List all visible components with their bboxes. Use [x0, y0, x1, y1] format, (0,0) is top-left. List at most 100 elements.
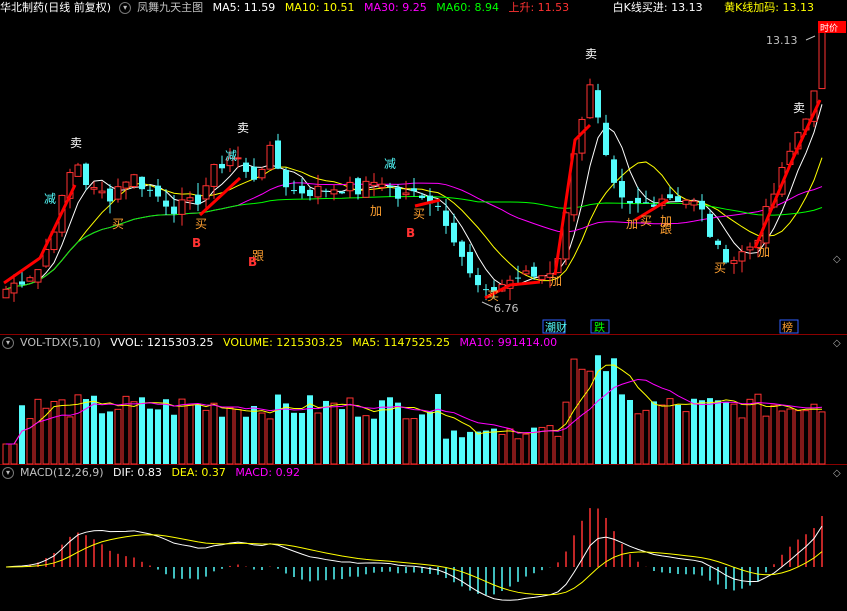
candle-body — [595, 90, 601, 118]
volume-bar — [2, 443, 10, 465]
candle-body — [34, 269, 42, 283]
volume-bar — [427, 411, 433, 464]
candle-body — [107, 188, 113, 202]
high-price-pointer — [805, 35, 816, 41]
candle-body — [83, 163, 89, 186]
volume-bar — [675, 404, 681, 464]
volume-bar — [122, 395, 130, 465]
moving-average-lines — [5, 104, 823, 290]
current-price-badge-text: 时价 — [820, 22, 838, 34]
volume-bar — [371, 418, 377, 464]
candle-body — [370, 181, 378, 186]
volume-bar — [491, 428, 497, 464]
signal-label-add: 加 — [626, 217, 638, 231]
candle-body — [643, 202, 649, 204]
volume-bar — [435, 394, 441, 464]
volume-bar — [603, 371, 609, 464]
volume-bar — [402, 418, 410, 465]
volume-bar — [339, 409, 345, 464]
volume-bar — [682, 411, 690, 465]
signal-label-reduce: 减 — [225, 149, 237, 163]
volume-bar — [178, 398, 186, 465]
volume-bar — [707, 398, 713, 464]
signal-label-buy: 买 — [413, 207, 425, 221]
candle-body — [419, 195, 425, 199]
volume-bar — [346, 397, 354, 465]
candle-body — [195, 194, 201, 205]
candle-body — [531, 266, 537, 277]
volume-bar — [778, 410, 786, 465]
candle-body — [522, 270, 530, 275]
candle-body — [475, 275, 481, 286]
candle-body — [411, 188, 417, 192]
volume-bar — [234, 408, 242, 465]
candle-body — [730, 260, 738, 264]
volume-bar — [627, 399, 633, 464]
volume-bar — [723, 401, 729, 464]
volume-bar — [611, 358, 617, 464]
volume-bar — [50, 400, 58, 465]
kline-chart[interactable]: 卖卖卖卖减减减买 买买买买买加加加 加加跟跟BBB 13.13 6.76 时价 潮财… — [0, 0, 847, 611]
candle-body — [186, 197, 194, 202]
ma-line — [5, 157, 823, 290]
signal-label-buy: 买 — [640, 214, 652, 228]
candle-body — [619, 181, 625, 198]
volume-bar — [266, 418, 274, 465]
signal-label-reduce: 减 — [384, 157, 396, 171]
volume-bar — [130, 401, 138, 465]
candle-body — [339, 191, 345, 194]
candle-body — [586, 84, 594, 119]
candle-body — [291, 190, 297, 192]
candle-body — [451, 222, 457, 243]
dea-line — [5, 534, 823, 596]
candle-body — [362, 180, 370, 198]
volume-bar — [666, 398, 674, 465]
volume-bar — [746, 398, 754, 465]
candle-body — [299, 185, 305, 194]
volume-bar — [514, 438, 522, 465]
volume-bar — [467, 431, 473, 464]
candle-body — [330, 189, 338, 195]
volume-bar — [219, 416, 225, 464]
candle-body — [307, 189, 313, 197]
candle-body — [346, 181, 354, 192]
volume-bar — [691, 398, 697, 464]
candle-body — [627, 200, 633, 204]
volume-bar — [275, 394, 281, 464]
candle-body — [275, 140, 281, 169]
volume-bar — [651, 401, 657, 464]
volume-bar — [66, 416, 74, 465]
volume-bar — [26, 418, 34, 465]
volume-bar — [91, 395, 97, 464]
candle-body — [699, 200, 705, 210]
candle-body — [395, 187, 401, 199]
volume-bar — [283, 403, 289, 464]
volume-bar — [226, 407, 234, 465]
volume-bar — [475, 431, 481, 464]
volume-bar — [362, 415, 370, 465]
volume-bar — [410, 418, 418, 465]
candlesticks — [2, 23, 826, 302]
candle-body — [90, 187, 98, 190]
candle-body — [538, 275, 546, 280]
volume-bar — [818, 411, 826, 465]
volume-bar — [139, 397, 145, 464]
volume-bar — [506, 428, 514, 465]
candle-body — [114, 186, 122, 200]
signal-label-add: 加 — [758, 245, 770, 259]
volume-bar — [451, 430, 457, 464]
volume-bar — [498, 433, 506, 465]
candle-body — [130, 174, 138, 188]
candle-body — [163, 200, 169, 207]
volume-bar — [738, 417, 746, 465]
volume-bar — [10, 443, 18, 465]
signal-label-buy: 买 — [714, 261, 726, 275]
signal-label-sell: 卖 — [585, 47, 597, 61]
volume-bar — [58, 399, 66, 465]
volume-bar — [538, 426, 546, 465]
volume-bar — [74, 394, 82, 465]
candle-body — [219, 163, 225, 169]
event-label: 榜 — [782, 320, 793, 334]
volume-bar — [210, 402, 218, 465]
candle-body — [611, 159, 617, 183]
